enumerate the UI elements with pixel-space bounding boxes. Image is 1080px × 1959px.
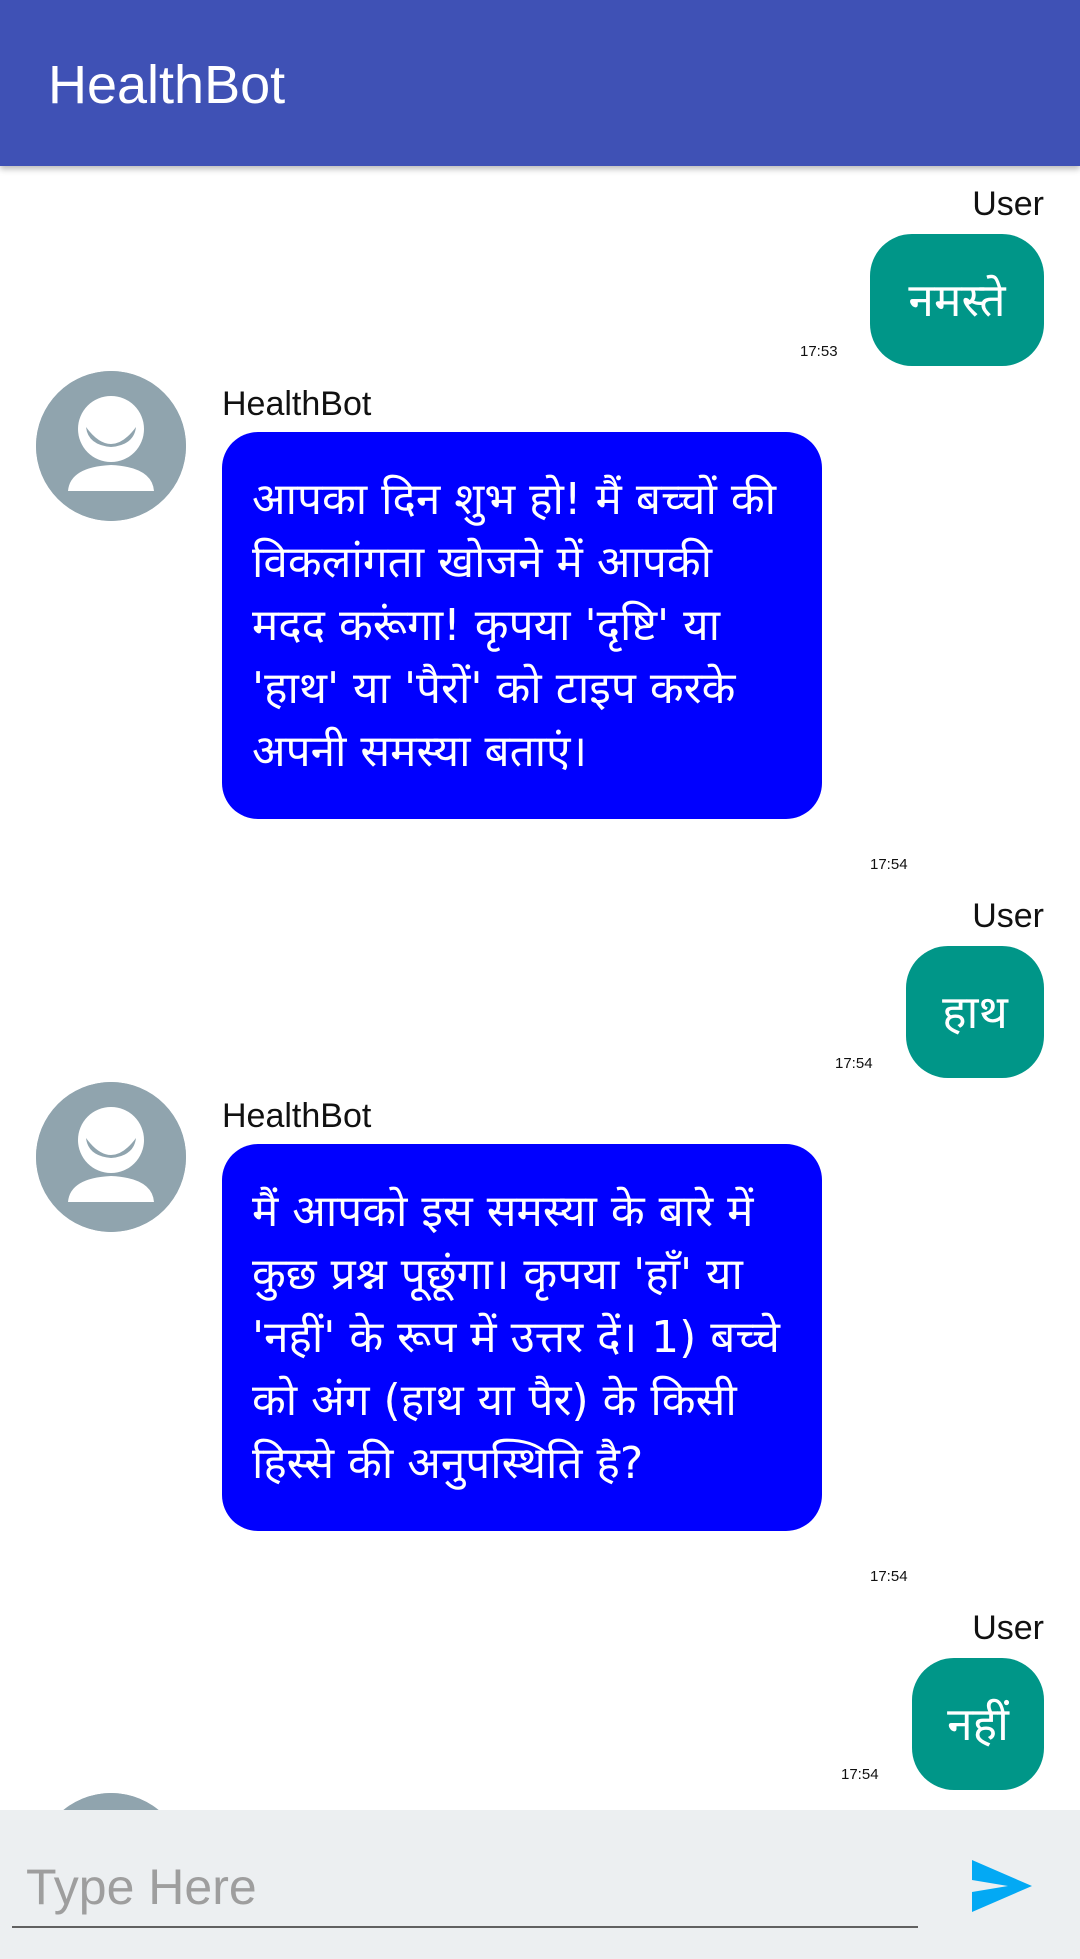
user-message-bubble[interactable]: हाथ: [906, 946, 1044, 1078]
person-icon: [36, 1082, 186, 1232]
message-input[interactable]: [12, 1848, 918, 1928]
person-icon: [36, 1793, 186, 1810]
bot-message-bubble[interactable]: आपका दिन शुभ हो! मैं बच्चों की विकलांगता…: [222, 432, 822, 819]
send-button[interactable]: [966, 1850, 1038, 1922]
sender-name: User: [972, 1609, 1044, 1647]
app-bar: HealthBot: [0, 0, 1080, 166]
message-time: 17:54: [870, 1568, 908, 1585]
sender-name: User: [972, 897, 1044, 935]
app-title: HealthBot: [48, 55, 286, 115]
message-time: 17:54: [870, 856, 908, 873]
sender-name: HealthBot: [222, 385, 372, 423]
user-message-bubble[interactable]: नमस्ते: [870, 234, 1044, 366]
sender-name: HealthBot: [222, 1097, 372, 1135]
message-time: 17:53: [800, 343, 838, 360]
sender-name: User: [972, 185, 1044, 223]
send-icon: [972, 1860, 1032, 1912]
message-time: 17:54: [841, 1766, 879, 1783]
person-icon: [36, 371, 186, 521]
message-list[interactable]: User नमस्ते 17:53 HealthBot आपका दिन शुभ…: [0, 166, 1080, 1810]
message-time: 17:54: [835, 1055, 873, 1072]
chat-screen: HealthBot User नमस्ते 17:53 HealthBot आप…: [0, 0, 1080, 1959]
user-message-bubble[interactable]: नहीं: [912, 1658, 1044, 1790]
message-input-bar: [0, 1810, 1080, 1959]
bot-message-bubble[interactable]: मैं आपको इस समस्या के बारे में कुछ प्रश्…: [222, 1144, 822, 1531]
